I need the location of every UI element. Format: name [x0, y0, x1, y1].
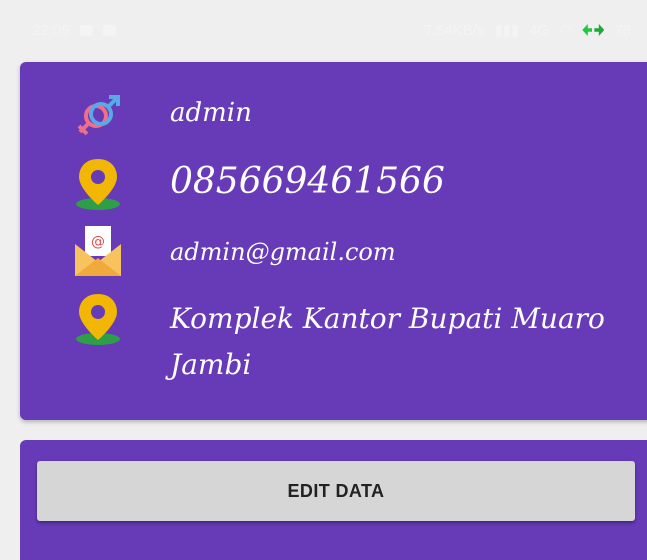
status-bar: 22:09 7.54KB/s ▮▮▮ 4G ◠ 78	[0, 0, 647, 60]
battery-icon	[582, 24, 605, 36]
profile-card: admin 085669461566 @ admin@gmail.com Kom…	[20, 62, 647, 420]
action-card: EDIT DATA	[20, 440, 647, 560]
username-value: admin	[170, 98, 252, 128]
address-row: Komplek Kantor Bupati Muaro Jambi	[20, 292, 647, 402]
signal-icon: ▮▮▮	[494, 22, 520, 39]
battery-level: 78	[614, 21, 631, 39]
phone-row: 085669461566	[20, 157, 647, 217]
wifi-icon: ◠	[559, 22, 573, 39]
location-pin-icon	[76, 294, 120, 345]
gender-icon	[77, 95, 120, 136]
network-speed: 7.54KB/s	[423, 21, 485, 39]
email-value: admin@gmail.com	[170, 238, 396, 266]
notification-icon	[102, 24, 116, 36]
edit-data-button[interactable]: EDIT DATA	[37, 461, 635, 521]
location-pin-icon	[76, 159, 120, 210]
address-value: Komplek Kantor Bupati Muaro Jambi	[170, 302, 605, 381]
phone-value: 085669461566	[170, 161, 445, 202]
email-row: @ admin@gmail.com	[20, 224, 647, 284]
envelope-icon: @	[75, 226, 121, 276]
network-type: 4G	[529, 21, 550, 39]
svg-text:@: @	[91, 234, 105, 250]
message-icon	[79, 24, 93, 36]
username-row: admin	[20, 92, 647, 142]
status-time: 22:09	[32, 21, 70, 39]
status-right: 7.54KB/s ▮▮▮ 4G ◠ 78	[423, 21, 631, 40]
status-left: 22:09	[32, 22, 116, 39]
